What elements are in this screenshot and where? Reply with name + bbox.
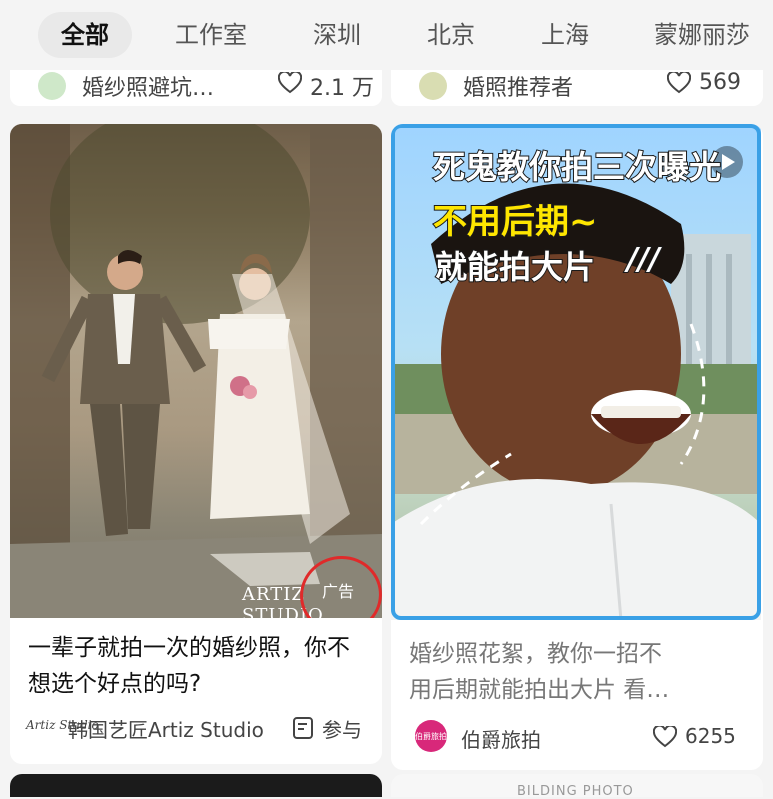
author-avatar — [419, 72, 447, 100]
heart-icon[interactable] — [278, 72, 302, 94]
category-tabs: 全部 工作室 深圳 北京 上海 蒙娜丽莎 — [0, 0, 773, 70]
video-caption-line1: 死鬼教你拍三次曝光 — [432, 147, 722, 187]
video-caption-line3: 就能拍大片 — [434, 247, 596, 287]
video-thumbnail[interactable]: 死鬼教你拍三次曝光 不用后期~ 就能拍大片 /// — [391, 124, 761, 620]
card-title: 一辈子就拍一次的婚纱照，你不 想选个好点的吗? — [28, 635, 350, 697]
author-avatar[interactable]: 伯爵旅拍 — [415, 720, 447, 752]
video-card[interactable]: 死鬼教你拍三次曝光 不用后期~ 就能拍大片 /// 婚纱照花絮，教你一招不 用后… — [391, 124, 763, 770]
author-name[interactable]: 伯爵旅拍 — [461, 724, 541, 753]
author-name[interactable]: 韩国艺匠Artiz Studio — [68, 714, 264, 743]
like-count: 6255 — [685, 724, 736, 748]
like-count: 2.1 万 — [310, 76, 374, 101]
video-caption-line2: 不用后期~ — [432, 201, 598, 243]
caption-slashes: /// — [626, 241, 661, 278]
tab-shanghai[interactable]: 上海 — [530, 12, 600, 58]
card-title: 婚纱照花絮，教你一招不 用后期就能拍出大片 看… — [409, 641, 670, 703]
prev-card-right[interactable]: 婚照推荐者 569 — [391, 70, 763, 106]
tab-studio[interactable]: 工作室 — [165, 12, 257, 58]
tab-all[interactable]: 全部 — [38, 12, 132, 58]
heart-icon[interactable] — [667, 72, 691, 94]
participate-button[interactable]: 参与 — [322, 714, 362, 743]
author-avatar — [38, 72, 66, 100]
participate-icon[interactable] — [292, 716, 316, 740]
like-count: 569 — [699, 70, 741, 95]
author-name: 婚纱照避坑… — [82, 76, 215, 101]
ad-card[interactable]: ARTIZ STUDIO 广告 一辈子就拍一次的婚纱照，你不 想选个好点的吗? … — [10, 124, 382, 764]
tab-shenzhen[interactable]: 深圳 — [302, 12, 372, 58]
prev-card-left[interactable]: 婚纱照避坑… 2.1 万 — [10, 70, 382, 106]
tab-beijing[interactable]: 北京 — [416, 12, 486, 58]
heart-icon[interactable] — [653, 726, 677, 748]
next-card-left[interactable] — [10, 774, 382, 797]
next-card-right[interactable]: BILDING PHOTO — [391, 774, 763, 799]
wedding-photo[interactable]: ARTIZ STUDIO 广告 — [10, 124, 382, 618]
author-name: 婚照推荐者 — [463, 76, 574, 101]
tab-mona-lisa[interactable]: 蒙娜丽莎 — [642, 12, 762, 58]
